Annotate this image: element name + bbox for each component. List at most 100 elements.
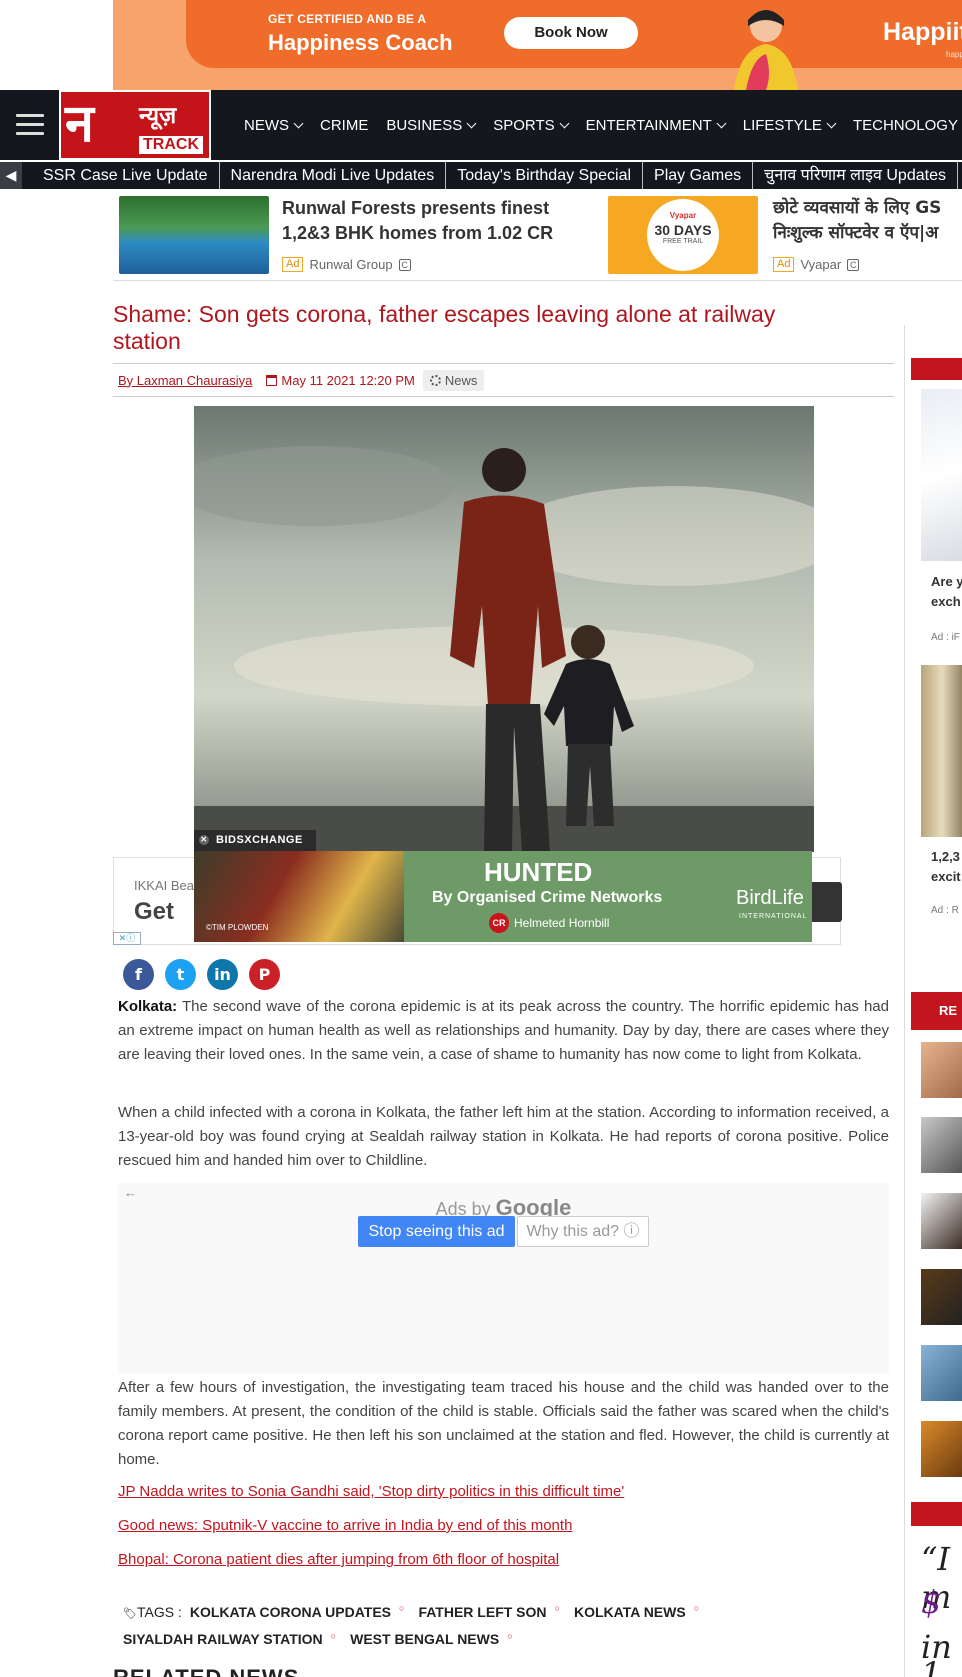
author-link[interactable]: By Laxman Chaurasiya [118, 373, 252, 388]
sidebar-card-1-title[interactable]: Are y exch [931, 572, 962, 612]
ad-badge: Ad [282, 257, 304, 272]
ticker-item[interactable]: SSR Case Live Update [32, 162, 220, 189]
pinterest-share-icon[interactable]: P [249, 959, 280, 990]
sidebar-header-bar [911, 358, 962, 380]
social-share-bar: f t in P [123, 959, 291, 990]
native-ad-1-title-line1: Runwal Forests presents finest [282, 198, 550, 218]
right-sidebar: Are y exch Ad : iF 1,2,3 excit Ad : R RE… [904, 325, 962, 1677]
sidebar-card-1-line2: exch [931, 594, 961, 609]
sidebar-thumb[interactable] [921, 1421, 962, 1477]
sidebar-ad-image[interactable] [921, 389, 962, 561]
vyapar-badge: Vyapar 30 DAYS FREE TRAIL [647, 199, 719, 271]
native-ad-2-source: Vyapar [800, 257, 842, 272]
ticker-item[interactable]: Play Games [643, 162, 754, 189]
related-link[interactable]: Good news: Sputnik-V vaccine to arrive i… [118, 1517, 572, 1534]
ticker-left-arrow-icon[interactable]: ◀ [0, 162, 22, 189]
native-ad-2-title[interactable]: छोटे व्यवसायों के लिए GS निःशुल्क सॉफ्टव… [773, 196, 941, 246]
linkedin-share-icon[interactable]: in [207, 959, 238, 990]
tag-separator-icon: ○ [330, 1630, 337, 1641]
category-text: News [444, 372, 478, 388]
nav-item-news[interactable]: NEWS [244, 117, 304, 134]
nav-item-technology[interactable]: TECHNOLOGY [853, 117, 962, 134]
vyapar-badge-main: 30 DAYS [654, 222, 712, 238]
nav-item-crime[interactable]: CRIME [320, 117, 368, 134]
calendar-icon [266, 374, 278, 386]
page: GET CERTIFIED AND BE A Happiness Coach B… [0, 0, 962, 1677]
article-tags: 🏷TAGS : KOLKATA CORONA UPDATES ○ FATHER LEF… [123, 1597, 893, 1650]
twitter-share-icon[interactable]: t [165, 959, 196, 990]
nav-item-sports[interactable]: SPORTS [493, 117, 570, 134]
ticker-item[interactable]: Today's Birthday Special [446, 162, 644, 189]
nav-item-lifestyle[interactable]: LIFESTYLE [742, 116, 837, 134]
tag-link[interactable]: KOLKATA CORONA UPDATES [190, 1604, 391, 1620]
hamburger-menu-icon[interactable] [16, 114, 44, 136]
native-ad-1-meta: Ad Runwal Group C [282, 257, 411, 272]
google-ad-slot: ← Ads by Google Stop seeing this ad Why … [118, 1183, 889, 1374]
ad-info-icon[interactable]: C [398, 258, 411, 271]
sidebar-card-2-ad-label: Ad : R [931, 905, 959, 916]
ad-info-icon[interactable]: C [847, 258, 860, 271]
sidebar-thumb[interactable] [921, 1193, 962, 1249]
sidebar-ad-image[interactable] [921, 665, 962, 837]
ticker-item[interactable]: चुनाव परिणाम लाइव Updates [753, 162, 958, 189]
overlay-ad-species: CR Helmeted Hornbill [489, 913, 609, 933]
runwal-ad-image[interactable] [119, 196, 269, 274]
native-ad-1-title[interactable]: Runwal Forests presents finest 1,2&3 BHK… [282, 196, 553, 246]
close-icon[interactable]: ✕ [199, 835, 209, 845]
tag-link[interactable]: WEST BENGAL NEWS [350, 1631, 499, 1647]
related-link[interactable]: Bhopal: Corona patient dies after jumpin… [118, 1551, 559, 1568]
sidebar-card-2-line1: 1,2,3 [931, 849, 960, 864]
facebook-share-icon[interactable]: f [123, 959, 154, 990]
related-link[interactable]: JP Nadda writes to Sonia Gandhi said, 'S… [118, 1483, 624, 1500]
overlay-ad-body[interactable]: ©TIM PLOWDEN HUNTED By Organised Crime N… [194, 851, 812, 942]
sidebar-thumb[interactable] [921, 1117, 962, 1173]
vyapar-ad-image[interactable]: Vyapar 30 DAYS FREE TRAIL [608, 196, 758, 274]
tag-icon: 🏷 [123, 1607, 137, 1620]
sidebar-card-2-title[interactable]: 1,2,3 excit [931, 847, 961, 887]
book-now-button[interactable]: Book Now [504, 17, 638, 49]
related-news-heading: RELATED NEWS [113, 1665, 299, 1677]
adchoices-icon[interactable]: ✕ⓘ [113, 932, 141, 945]
sidebar-thumb[interactable] [921, 1345, 962, 1401]
sidebar-card-2-line2: excit [931, 869, 961, 884]
why-this-ad-button[interactable]: Why this ad? ⓘ [517, 1216, 649, 1247]
native-ads-row: Runwal Forests presents finest 1,2&3 BHK… [113, 191, 962, 281]
nav-item-business[interactable]: BUSINESS [386, 116, 477, 134]
dateline: Kolkata: [118, 998, 178, 1015]
sidebar-thumb[interactable] [921, 1042, 962, 1098]
ticker-list: SSR Case Live Update Narendra Modi Live U… [32, 162, 958, 189]
ticker-item[interactable]: Narendra Modi Live Updates [220, 162, 447, 189]
tags-label: 🏷TAGS : [123, 1604, 182, 1620]
cogs-icon [429, 374, 441, 386]
tag-link[interactable]: KOLKATA NEWS [574, 1604, 686, 1620]
tag-link[interactable]: SIYALDAH RAILWAY STATION [123, 1631, 323, 1647]
tag-separator-icon: ○ [507, 1630, 513, 1641]
category-badge[interactable]: News [422, 369, 485, 391]
critically-endangered-badge: CR [489, 913, 509, 933]
nav-item-entertainment[interactable]: ENTERTAINMENT [586, 117, 727, 134]
sidebar-thumb[interactable] [921, 1269, 962, 1325]
overlay-ad-subhead: By Organised Crime Networks [432, 889, 663, 906]
sticky-overlay-ad[interactable]: ✕ BIDSXCHANGE ©TIM PLOWDEN HUNTED By Org… [194, 830, 812, 942]
chevron-down-icon [293, 118, 304, 128]
article-meta: By Laxman Chaurasiya May 11 2021 12:20 P… [113, 363, 894, 397]
article-paragraph-1: Kolkata: The second wave of the corona e… [118, 995, 889, 1067]
site-logo[interactable]: न न्यूज़ TRACK [59, 90, 211, 160]
trending-ticker: ◀ SSR Case Live Update Narendra Modi Live… [0, 162, 962, 189]
tags-label-text: TAGS : [136, 1603, 182, 1620]
chevron-down-icon [559, 118, 570, 128]
nav-item-label: LIFESTYLE [742, 116, 822, 134]
logo-track-text: TRACK [139, 136, 203, 154]
sidebar-section-header: RE [911, 992, 962, 1030]
tag-separator-icon: ○ [399, 1603, 405, 1613]
stop-seeing-ad-button[interactable]: Stop seeing this ad [358, 1216, 515, 1247]
birdlife-logo: BirdLife [736, 887, 804, 909]
ad-person-image [734, 10, 798, 90]
nav-item-label: BUSINESS [386, 116, 463, 134]
happiness-coach-ad[interactable]: GET CERTIFIED AND BE A Happiness Coach B… [186, 0, 962, 90]
logo-glyph: न [65, 93, 94, 154]
chevron-down-icon [466, 118, 477, 128]
tag-link[interactable]: FATHER LEFT SON [418, 1604, 546, 1620]
top-banner-ad[interactable]: GET CERTIFIED AND BE A Happiness Coach B… [113, 0, 962, 90]
chevron-down-icon [716, 118, 727, 128]
